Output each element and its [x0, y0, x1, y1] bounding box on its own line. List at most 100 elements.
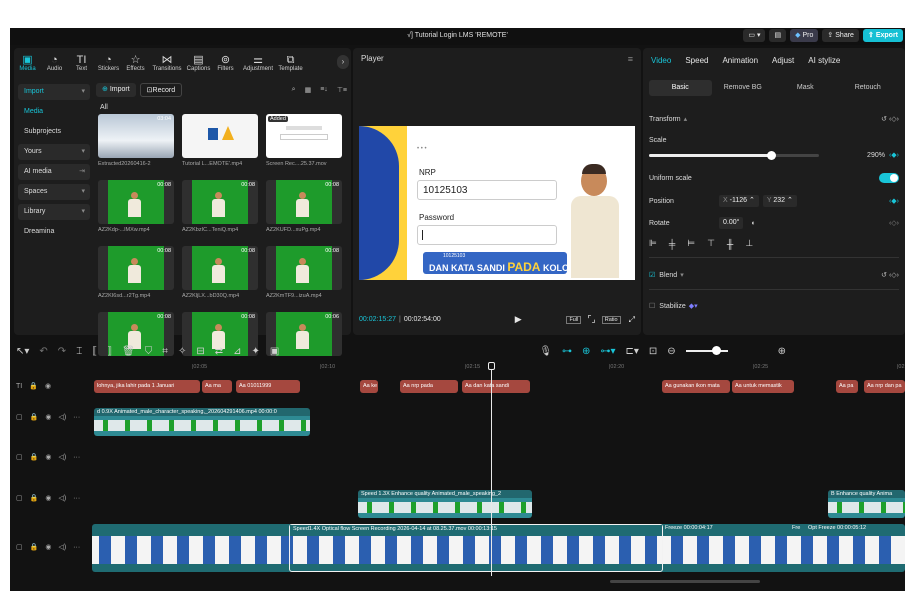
- tool-adjustment[interactable]: ⚌ Adjustment: [239, 48, 277, 78]
- align-middle-icon[interactable]: ╫: [727, 239, 733, 249]
- media-item[interactable]: 03:04 Extracted20260416-2: [98, 114, 174, 167]
- sidebar-item-library[interactable]: Library ▾: [18, 204, 90, 220]
- keyframe-icon[interactable]: ‹◆›: [889, 151, 899, 159]
- timeline-scrollbar[interactable]: [610, 580, 760, 583]
- scale-slider[interactable]: [649, 150, 819, 160]
- toolbar-more-icon[interactable]: ›: [337, 55, 349, 69]
- tool-audio[interactable]: ◔ Audio: [41, 48, 68, 78]
- select-tool-icon[interactable]: ↖▾: [16, 346, 29, 357]
- player-viewport[interactable]: • • • NRP 10125103 Password 10125103 DAN…: [359, 126, 635, 280]
- tab-ai-stylize[interactable]: AI stylize: [808, 56, 840, 65]
- split-left-icon[interactable]: ⟦: [92, 346, 97, 357]
- tab-speed[interactable]: Speed: [685, 56, 708, 65]
- search-icon[interactable]: ⌕: [292, 86, 296, 94]
- uniform-scale-toggle[interactable]: [879, 173, 899, 183]
- selected-main-clip[interactable]: Speed1.4X Optical flow Screen Recording …: [289, 524, 663, 572]
- crop-icon[interactable]: ⌗: [162, 346, 168, 357]
- magnet-icon[interactable]: ⊕: [582, 346, 590, 357]
- tool-transitions[interactable]: ⋈ Transitions: [149, 48, 185, 78]
- mic-icon[interactable]: 🎙: [539, 346, 552, 357]
- position-x-field[interactable]: X -1126 ⌃: [719, 195, 759, 207]
- subtab-retouch[interactable]: Retouch: [837, 80, 900, 96]
- media-item[interactable]: 00:08 AZ2KI6sd...r2Tg.mp4: [98, 246, 174, 299]
- split-screen-icon[interactable]: ⊏▾: [625, 346, 638, 357]
- eye-icon[interactable]: ◉: [45, 382, 51, 390]
- align-top-icon[interactable]: ⊤: [707, 238, 715, 249]
- media-item[interactable]: 00:08 AZ2Kdp-...lMXw.mp4: [98, 180, 174, 233]
- tool-text[interactable]: TI Text: [68, 48, 95, 78]
- magic-icon[interactable]: ✦: [252, 346, 260, 357]
- split-right-icon[interactable]: ⟧: [107, 346, 112, 357]
- delete-icon[interactable]: 🗑: [122, 346, 135, 357]
- subtab-remove-bg[interactable]: Remove BG: [712, 80, 775, 96]
- shield-icon[interactable]: ⛉: [145, 346, 153, 357]
- sidebar-item-media[interactable]: Media: [18, 104, 90, 120]
- sidebar-item-dreamina[interactable]: Dreamina: [18, 224, 90, 240]
- stabilize-check-icon[interactable]: ☐: [649, 302, 655, 310]
- snapshot-icon[interactable]: ⌜⌟: [587, 314, 595, 325]
- pro-button[interactable]: ◆ Pro: [790, 29, 819, 42]
- eye-icon-3[interactable]: ◉: [45, 453, 51, 461]
- text-clip[interactable]: lohnya, jika lahir pada 1 Januari: [94, 380, 200, 393]
- text-clip[interactable]: Aa ke: [360, 380, 378, 393]
- text-clip[interactable]: Aa untuk memastik: [732, 380, 794, 393]
- align-right-icon[interactable]: ⊨: [687, 238, 695, 249]
- tool-stickers[interactable]: ◔ Stickers: [95, 48, 122, 78]
- caption-icon[interactable]: ⊡: [649, 346, 657, 357]
- tool-captions[interactable]: ▤ Captions: [185, 48, 212, 78]
- eye-icon-5[interactable]: ◉: [45, 543, 51, 551]
- position-keyframe-icon[interactable]: ‹◆›: [889, 197, 899, 205]
- tab-adjust[interactable]: Adjust: [772, 56, 794, 65]
- tool-filters[interactable]: ⊚ Filters: [212, 48, 239, 78]
- zoom-in-icon[interactable]: ⊕: [778, 346, 786, 357]
- sidebar-item-yours[interactable]: Yours ▾: [18, 144, 90, 160]
- text-clip[interactable]: Aa dan kata sandi: [462, 380, 530, 393]
- lock-icon[interactable]: 🔒: [29, 382, 38, 390]
- sidebar-item-subprojects[interactable]: Subprojects: [18, 124, 90, 140]
- audio-icon-4[interactable]: ◁): [58, 494, 66, 502]
- lock-icon-5[interactable]: 🔒: [30, 543, 39, 551]
- link-main-icon[interactable]: ⊶: [562, 346, 572, 357]
- sidebar-item-ai-media[interactable]: AI media ⇥: [18, 164, 90, 180]
- text-clip[interactable]: Aa nrp dan pa: [864, 380, 905, 393]
- align-center-icon[interactable]: ╪: [669, 239, 675, 249]
- text-clip[interactable]: Aa 01011999: [236, 380, 300, 393]
- audio-icon-3[interactable]: ◁): [58, 453, 66, 461]
- media-item[interactable]: 00:08 AZ2KUFD...xuPg.mp4: [266, 180, 342, 233]
- play-icon[interactable]: ▶: [515, 314, 522, 325]
- tab-animation[interactable]: Animation: [722, 56, 758, 65]
- rotate-keyframe-icon[interactable]: ‹◇›: [889, 219, 899, 227]
- full-button[interactable]: Full: [566, 315, 582, 324]
- sidebar-item-spaces[interactable]: Spaces ▾: [18, 184, 90, 200]
- video-clip-b[interactable]: Speed 1.3X Enhance quality Animated_male…: [358, 490, 532, 518]
- tool-effects[interactable]: ☆ Effects: [122, 48, 149, 78]
- audio-icon-5[interactable]: ◁): [58, 543, 66, 551]
- sidebar-item-import[interactable]: Import ▾: [18, 84, 90, 100]
- subtab-mask[interactable]: Mask: [774, 80, 837, 96]
- ratio-button[interactable]: Ratio: [601, 315, 621, 324]
- caption-tool-icon[interactable]: ▣: [270, 346, 279, 357]
- align-bottom-icon[interactable]: ⊥: [745, 238, 753, 249]
- lock-icon-2[interactable]: 🔒: [30, 413, 39, 421]
- align-left-icon[interactable]: ⊫: [649, 238, 657, 249]
- text-clip[interactable]: Aa pa: [836, 380, 858, 393]
- reset-icon[interactable]: ↺ ‹◇›: [881, 115, 899, 123]
- undo-icon[interactable]: ↶: [39, 346, 47, 357]
- lock-icon-3[interactable]: 🔒: [30, 453, 39, 461]
- preview-axis-icon[interactable]: ⊶▾: [600, 346, 615, 357]
- filter-icon[interactable]: ⊤≡: [337, 86, 347, 94]
- audio-icon-2[interactable]: ◁): [58, 413, 66, 421]
- blend-reset-icon[interactable]: ↺ ‹◇›: [881, 271, 899, 279]
- media-item[interactable]: 00:08 AZ2KbzIC...TeniQ.mp4: [182, 180, 258, 233]
- smart-icon[interactable]: ✧: [178, 346, 186, 357]
- scale-value[interactable]: 290%: [867, 152, 885, 159]
- rotate-dial-icon[interactable]: ◐: [751, 220, 755, 227]
- text-clip[interactable]: Aa gunakan ikon mata: [662, 380, 730, 393]
- zoom-slider[interactable]: [685, 346, 728, 355]
- mirror-icon[interactable]: ⊿: [233, 346, 241, 357]
- video-clip-a[interactable]: d 0.9X Animated_male_character_speaking,…: [94, 408, 310, 436]
- zoom-out-icon[interactable]: ⊖: [667, 346, 675, 357]
- media-item[interactable]: Added Screen Rec....25.37.mov: [266, 114, 342, 167]
- player-menu-icon[interactable]: ≡: [628, 54, 633, 64]
- sort-icon[interactable]: ≡↓: [320, 86, 328, 94]
